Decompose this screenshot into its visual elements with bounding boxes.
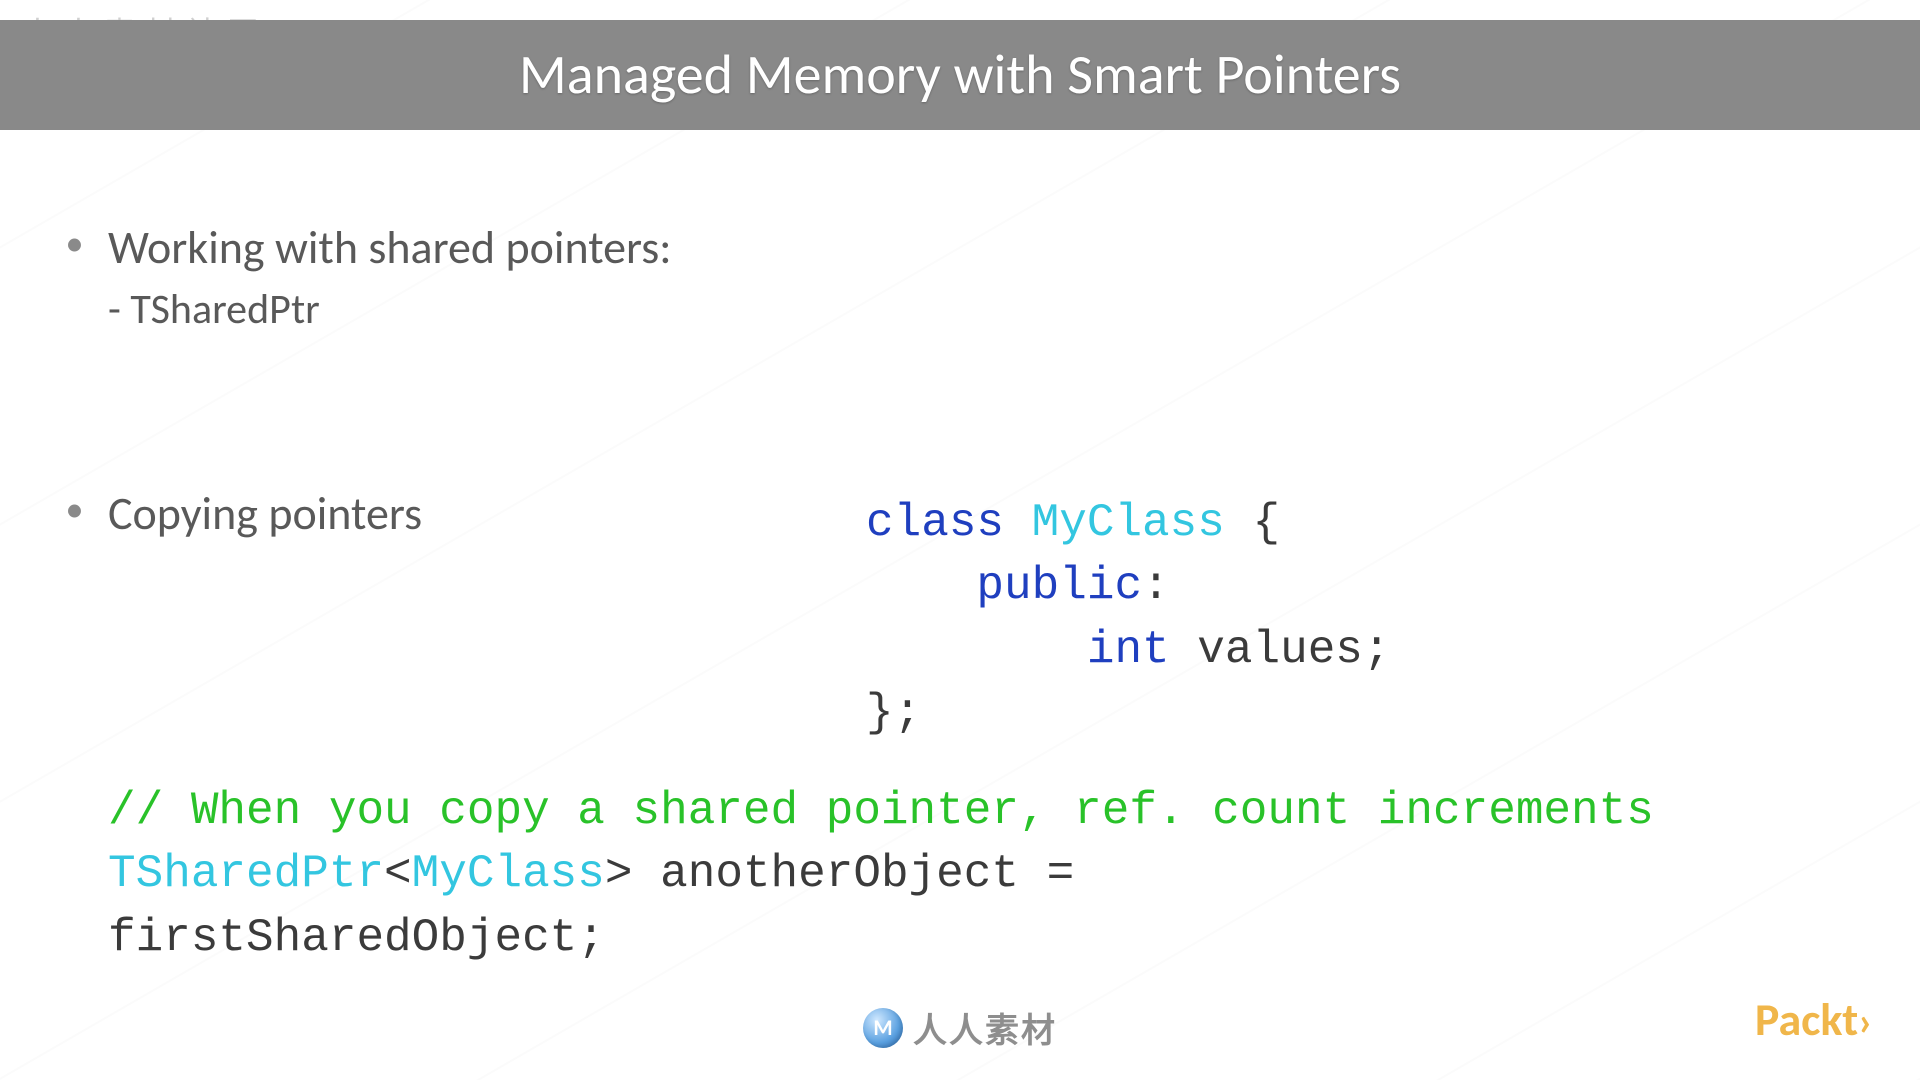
footer-icon: M — [863, 1008, 903, 1048]
code-line: }; — [866, 682, 1391, 745]
brand-text: Packt — [1755, 992, 1858, 1048]
code-comment: // When you copy a shared pointer, ref. … — [108, 785, 1654, 837]
code-copy-example: // When you copy a shared pointer, ref. … — [108, 780, 1654, 970]
type-param: MyClass — [412, 848, 605, 900]
assign-expr: anotherObject = — [633, 848, 1102, 900]
code-class-definition: class MyClass { public: int values; }; — [866, 492, 1391, 746]
indent — [866, 624, 1087, 676]
footer-icon-letter: M — [873, 1014, 892, 1041]
angle-open: < — [384, 848, 412, 900]
angle-close: > — [605, 848, 633, 900]
brand-angle-icon: › — [1858, 997, 1872, 1046]
type-name: MyClass — [1032, 497, 1225, 549]
bullet-text-2: Copying pointers — [108, 486, 422, 542]
colon: : — [1142, 560, 1170, 612]
code-line: class MyClass { — [866, 492, 1391, 555]
brand-logo: Packt› — [1755, 992, 1872, 1048]
expr-continued: firstSharedObject; — [108, 912, 605, 964]
brace-close: }; — [866, 687, 921, 739]
content-area: Working with shared pointers: - TSharedP… — [0, 200, 1920, 1080]
code-line: int values; — [866, 619, 1391, 682]
slide: 人人素材社区 Managed Memory with Smart Pointer… — [0, 0, 1920, 1080]
bullet-text-1: Working with shared pointers: — [108, 220, 672, 276]
code-line: public: — [866, 555, 1391, 618]
type-tsharedptr: TSharedPtr — [108, 848, 384, 900]
keyword-class: class — [866, 497, 1004, 549]
indent — [866, 560, 976, 612]
bullet-item-1: Working with shared pointers: - TSharedP… — [108, 220, 1920, 336]
footer-center: M 人人素材 — [0, 1003, 1920, 1052]
title-bar: Managed Memory with Smart Pointers — [0, 20, 1920, 130]
footer-center-text: 人人素材 — [913, 1003, 1057, 1052]
var-decl: values; — [1170, 624, 1391, 676]
keyword-public: public — [976, 560, 1142, 612]
slide-title: Managed Memory with Smart Pointers — [519, 41, 1401, 109]
keyword-int: int — [1087, 624, 1170, 676]
bullet-sub-1: - TSharedPtr — [108, 284, 1920, 337]
brace-open: { — [1225, 497, 1280, 549]
